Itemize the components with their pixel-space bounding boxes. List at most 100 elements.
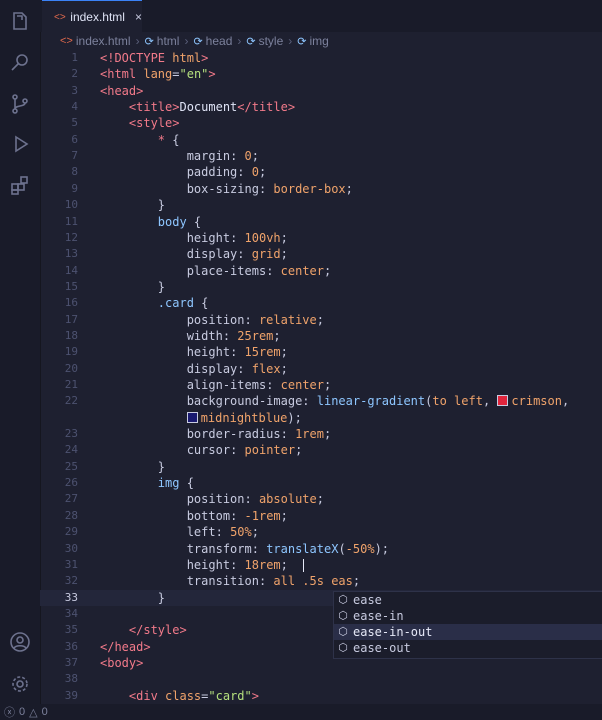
code-text: width: 25rem;	[100, 328, 281, 344]
code-line[interactable]: 11 body {	[40, 214, 602, 230]
code-line[interactable]: 2 <html lang="en">	[40, 66, 602, 82]
code-line[interactable]: 25 }	[40, 459, 602, 475]
code-line[interactable]: 3 <head>	[40, 83, 602, 99]
suggestion-item[interactable]: ⬡ ease-out	[334, 640, 602, 656]
code-token: Document	[179, 100, 238, 115]
code-line[interactable]: 21 align-items: center;	[40, 377, 602, 393]
code-line[interactable]: 4 <title>Document</title>	[40, 99, 602, 115]
code-line[interactable]: 23 border-radius: 1rem;	[40, 426, 602, 442]
code-line[interactable]: 30 transform: translateX(-50%);	[40, 541, 602, 557]
close-icon[interactable]: ×	[135, 10, 142, 24]
suggestion-item[interactable]: ⬡ ease-in-out	[334, 624, 602, 640]
code-text: body {	[100, 214, 201, 230]
breadcrumb-item-style[interactable]: › ⟳ style	[232, 34, 283, 48]
code-line[interactable]: 18 width: 25rem;	[40, 328, 602, 344]
code-line[interactable]: 15 }	[40, 279, 602, 295]
code-token: 100vh	[244, 230, 281, 245]
code-token: body	[157, 214, 194, 229]
warning-count[interactable]: 0	[42, 706, 48, 718]
code-line[interactable]: 14 place-items: center;	[40, 263, 602, 279]
color-swatch-icon[interactable]	[497, 395, 509, 407]
code-line[interactable]: 1 <!DOCTYPE html>	[40, 50, 602, 66]
extensions-icon[interactable]	[8, 174, 32, 198]
tab-index-html[interactable]: <> index.html ×	[42, 0, 142, 33]
element-icon: ⟳	[297, 35, 307, 48]
code-line[interactable]: 32 transition: all .5s eas;	[40, 573, 602, 589]
breadcrumb-item-head[interactable]: › ⟳ head	[179, 34, 232, 48]
code-token: ,	[482, 394, 498, 409]
code-line[interactable]: 6 * {	[40, 132, 602, 148]
code-token: :	[230, 345, 245, 360]
run-debug-icon[interactable]	[8, 132, 32, 156]
warning-icon[interactable]: △	[29, 706, 37, 719]
suggestion-item[interactable]: ⬡ ease-in	[334, 608, 602, 624]
code-token: ;	[251, 149, 259, 164]
line-number: 10	[64, 198, 78, 212]
line-number: 2	[71, 67, 78, 81]
code-line[interactable]: 5 <style>	[40, 115, 602, 131]
code-line[interactable]: 31 height: 18rem;	[40, 557, 602, 573]
suggestion-item[interactable]: ⬡ ease	[334, 592, 602, 608]
breadcrumb-item-index-html[interactable]: <> index.html	[60, 34, 131, 48]
code-line[interactable]: 26 img {	[40, 475, 602, 491]
search-icon[interactable]	[8, 50, 32, 74]
code-token: midnightblue	[200, 410, 288, 425]
code-line[interactable]: 39 <div class="card">	[40, 688, 602, 704]
code-token: :	[237, 361, 252, 376]
breadcrumb-item-img[interactable]: › ⟳ img	[283, 34, 329, 48]
breadcrumb-item-html[interactable]: › ⟳ html	[131, 34, 180, 48]
code-line[interactable]: 7 margin: 0;	[40, 148, 602, 164]
code-line[interactable]: 10 }	[40, 197, 602, 213]
code-line[interactable]: 38	[40, 671, 602, 687]
code-line[interactable]: 27 position: absolute;	[40, 491, 602, 507]
code-line[interactable]: 9 box-sizing: border-box;	[40, 181, 602, 197]
code-token: all .5s eas	[273, 574, 353, 589]
code-line[interactable]: 24 cursor: pointer;	[40, 442, 602, 458]
code-line[interactable]: 13 display: grid;	[40, 246, 602, 262]
line-number: 14	[64, 263, 78, 277]
code-token: <style>	[128, 116, 180, 131]
code-token: relative	[258, 312, 317, 327]
code-token: {	[201, 296, 209, 311]
code-line[interactable]: 29 left: 50%;	[40, 524, 602, 540]
html-file-icon: <>	[54, 11, 66, 23]
error-icon[interactable]: ⓧ	[4, 704, 15, 720]
explorer-icon[interactable]	[8, 10, 32, 34]
code-text: margin: 0;	[100, 148, 259, 164]
suggestion-label: ease	[353, 593, 382, 607]
code-line[interactable]: 22 background-image: linear-gradient(to …	[40, 393, 602, 409]
line-number: 35	[64, 623, 78, 637]
code-line[interactable]: 12 height: 100vh;	[40, 230, 602, 246]
color-swatch-icon[interactable]	[186, 411, 198, 423]
code-line[interactable]: 8 padding: 0;	[40, 164, 602, 180]
code-line[interactable]: 28 bottom: -1rem;	[40, 508, 602, 524]
code-text: height: 15rem;	[100, 344, 288, 360]
code-token: to left	[432, 394, 483, 409]
code-line[interactable]: midnightblue);	[40, 410, 602, 426]
code-token: align-items	[186, 378, 267, 392]
code-line[interactable]: 16 .card {	[40, 295, 602, 311]
code-text: cursor: pointer;	[100, 442, 303, 458]
code-line[interactable]: 17 position: relative;	[40, 312, 602, 328]
code-text: height: 18rem;	[100, 557, 288, 573]
error-count[interactable]: 0	[19, 706, 25, 718]
breadcrumb: <> index.html › ⟳ html › ⟳ head › ⟳ style › ⟳ img	[40, 32, 602, 50]
line-number: 29	[64, 525, 78, 539]
code-token: :	[237, 165, 252, 180]
line-number: 13	[64, 247, 78, 261]
source-control-icon[interactable]	[8, 92, 32, 116]
code-line[interactable]: 20 display: flex;	[40, 361, 602, 377]
code-line[interactable]: 19 height: 15rem;	[40, 344, 602, 360]
account-icon[interactable]	[8, 630, 32, 654]
gear-icon[interactable]	[8, 672, 32, 696]
